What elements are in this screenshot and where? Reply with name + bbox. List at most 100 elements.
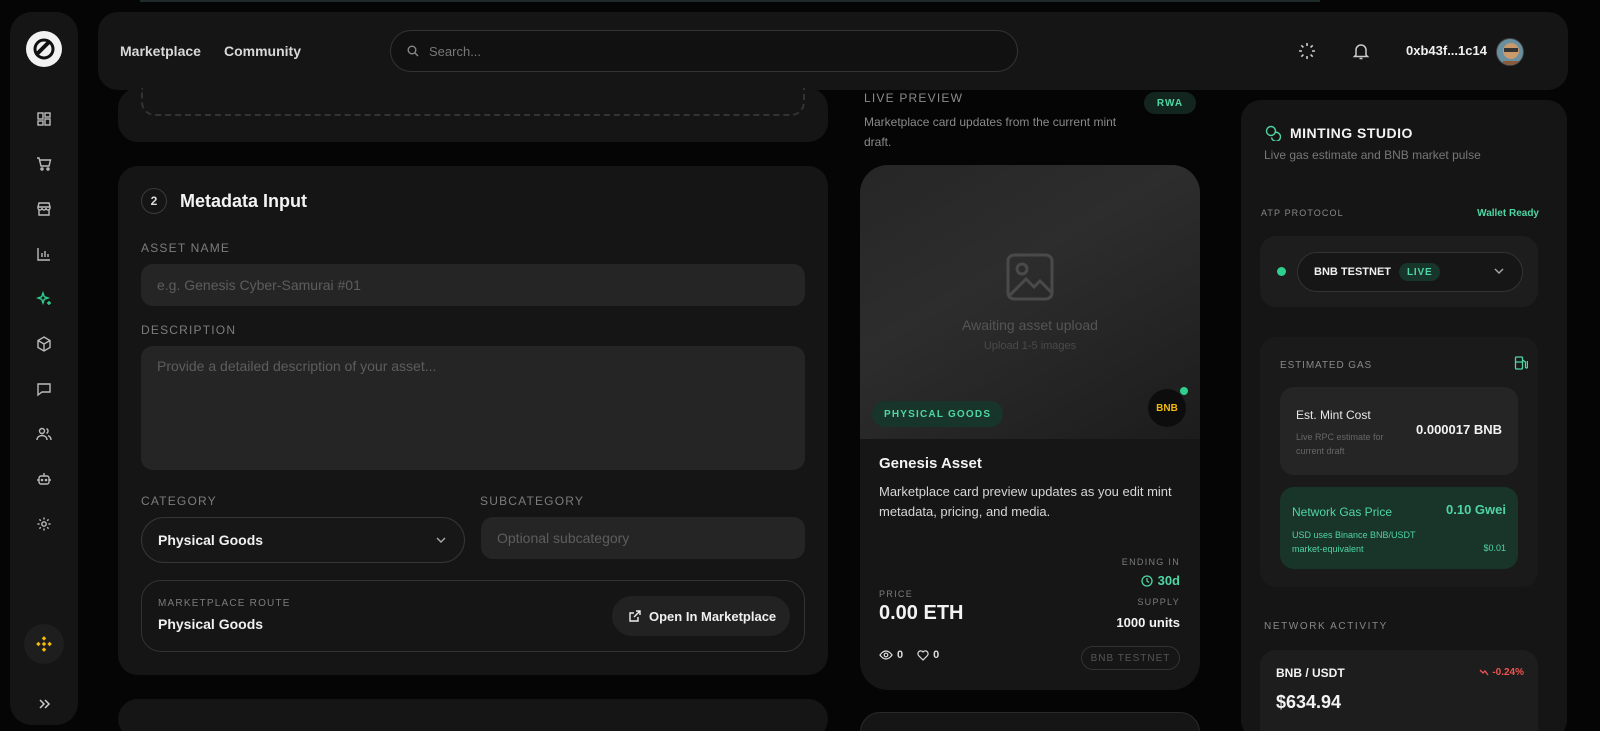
asset-name-input[interactable] [141,264,805,306]
image-placeholder-icon [1006,253,1054,301]
supply-value: 1000 units [1116,615,1180,630]
mint-cost-value: 0.000017 BNB [1416,422,1502,437]
live-preview-subtitle: Marketplace card updates from the curren… [864,115,1117,149]
gas-label: ESTIMATED GAS [1280,360,1373,371]
external-link-icon [629,609,641,622]
route-value: Physical Goods [158,616,264,632]
preview-card[interactable]: Awaiting asset upload Upload 1-5 images … [860,165,1200,690]
wallet-status: Wallet Ready [1477,208,1539,219]
ending-days: 30d [1157,573,1180,588]
status-dot [1277,267,1286,276]
chart-icon[interactable] [32,242,56,266]
upload-panel [118,88,828,142]
bot-icon[interactable] [32,467,56,491]
gas-price-title: Network Gas Price [1292,505,1393,519]
metadata-panel: 2 Metadata Input ASSET NAME DESCRIPTION … [118,166,828,675]
card-description: Marketplace card preview updates as you … [879,484,1172,519]
marketplace-route: MARKETPLACE ROUTE Physical Goods Open In… [141,580,805,652]
gas-price-usd: $0.01 [1483,543,1506,553]
card-media: Awaiting asset upload Upload 1-5 images [860,165,1200,439]
minting-studio-panel: MINTING STUDIO Live gas estimate and BNB… [1241,100,1567,731]
category-tag: PHYSICAL GOODS [872,401,1004,427]
asset-name-label: ASSET NAME [141,241,231,255]
description-label: DESCRIPTION [141,323,237,337]
ending-label: ENDING IN [1121,557,1180,567]
network-activity-label: NETWORK ACTIVITY [1264,621,1388,632]
views-count: 0 [897,649,904,661]
wallet-address[interactable]: 0xb43f...1c14 [1406,43,1487,58]
step-number: 2 [141,188,167,214]
bell-icon[interactable] [1350,40,1372,62]
search-box[interactable] [390,30,1018,72]
likes-count: 0 [933,649,940,661]
mint-cost-title: Est. Mint Cost [1296,408,1371,422]
fuel-pump-icon [1514,356,1528,370]
price-pair-card: BNB / USDT -0.24% $634.94 [1260,650,1538,731]
next-panel [118,699,828,731]
sparkles-icon[interactable] [32,287,56,311]
online-dot [1180,387,1188,395]
chat-icon[interactable] [32,377,56,401]
clock-icon [1140,574,1153,587]
live-badge: LIVE [1399,263,1441,281]
pair-change: -0.24% [1479,667,1524,678]
card-title: Genesis Asset [879,455,982,472]
live-preview-label: LIVE PREVIEW [864,91,964,105]
description-input[interactable] [141,346,805,470]
supply-label: SUPPLY [1137,597,1180,607]
gas-price-value: 0.10 Gwei [1446,502,1506,517]
dashboard-icon[interactable] [32,107,56,131]
eye-icon [879,650,893,660]
network-name: BNB TESTNET [1314,266,1391,278]
heart-icon[interactable] [917,649,929,661]
loading-spinner-icon[interactable] [1296,40,1318,62]
studio-subtitle: Live gas estimate and BNB market pulse [1264,148,1481,162]
search-input[interactable] [429,31,989,71]
users-icon[interactable] [32,422,56,446]
cube-icon[interactable] [32,332,56,356]
gas-price-card: Network Gas Price USD uses Binance BNB/U… [1280,487,1518,569]
expand-sidebar-icon[interactable] [32,692,56,716]
cart-icon[interactable] [32,152,56,176]
price-label: PRICE [879,589,914,599]
estimated-gas-box: ESTIMATED GAS Est. Mint Cost Live RPC es… [1260,337,1538,587]
nav-marketplace[interactable]: Marketplace [120,43,201,59]
protocol-label: ATP PROTOCOL [1261,208,1344,218]
price-value: 0.00 ETH [879,602,964,624]
chevron-down-icon [1494,268,1504,274]
category-select[interactable]: Physical Goods [141,517,465,563]
network-select[interactable]: BNB TESTNET LIVE [1297,252,1523,292]
subcategory-input[interactable] [481,517,805,559]
route-label: MARKETPLACE ROUTE [158,598,291,609]
pair-name: BNB / USDT [1276,666,1345,680]
panel-title: Metadata Input [180,191,308,211]
upload-hint-text: Upload 1-5 images [983,340,1077,352]
bnb-chain-icon[interactable] [24,624,64,664]
chain-badge: BNB [1148,389,1186,427]
network-selector-box: BNB TESTNET LIVE [1260,236,1538,307]
studio-title: MINTING STUDIO [1290,125,1413,141]
store-icon[interactable] [32,197,56,221]
open-in-marketplace-button[interactable]: Open In Marketplace [612,596,790,636]
ending-value: 30d [1140,573,1180,588]
gas-price-subtitle: USD uses Binance BNB/USDT market-equival… [1292,530,1416,554]
card-stats: 0 0 [879,649,939,661]
upload-dropzone[interactable] [141,88,805,116]
avatar[interactable] [1496,38,1524,66]
search-icon [407,45,419,57]
gear-icon[interactable] [32,512,56,536]
nav-community[interactable]: Community [224,43,301,59]
open-in-marketplace-label: Open In Marketplace [649,608,777,624]
category-label: CATEGORY [141,494,217,508]
app-logo[interactable] [26,31,62,67]
top-bar: Marketplace Community 0xb43f...1c14 [98,12,1568,90]
coins-icon [1265,125,1281,141]
awaiting-upload-text: Awaiting asset upload [962,317,1098,333]
top-accent-line [140,0,1320,2]
next-card [860,712,1200,731]
mint-cost-subtitle: Live RPC estimate for current draft [1296,432,1384,456]
network-tag: BNB TESTNET [1081,646,1180,670]
pair-price: $634.94 [1276,692,1342,712]
trend-down-icon [1479,669,1489,676]
logo-icon [33,38,55,60]
